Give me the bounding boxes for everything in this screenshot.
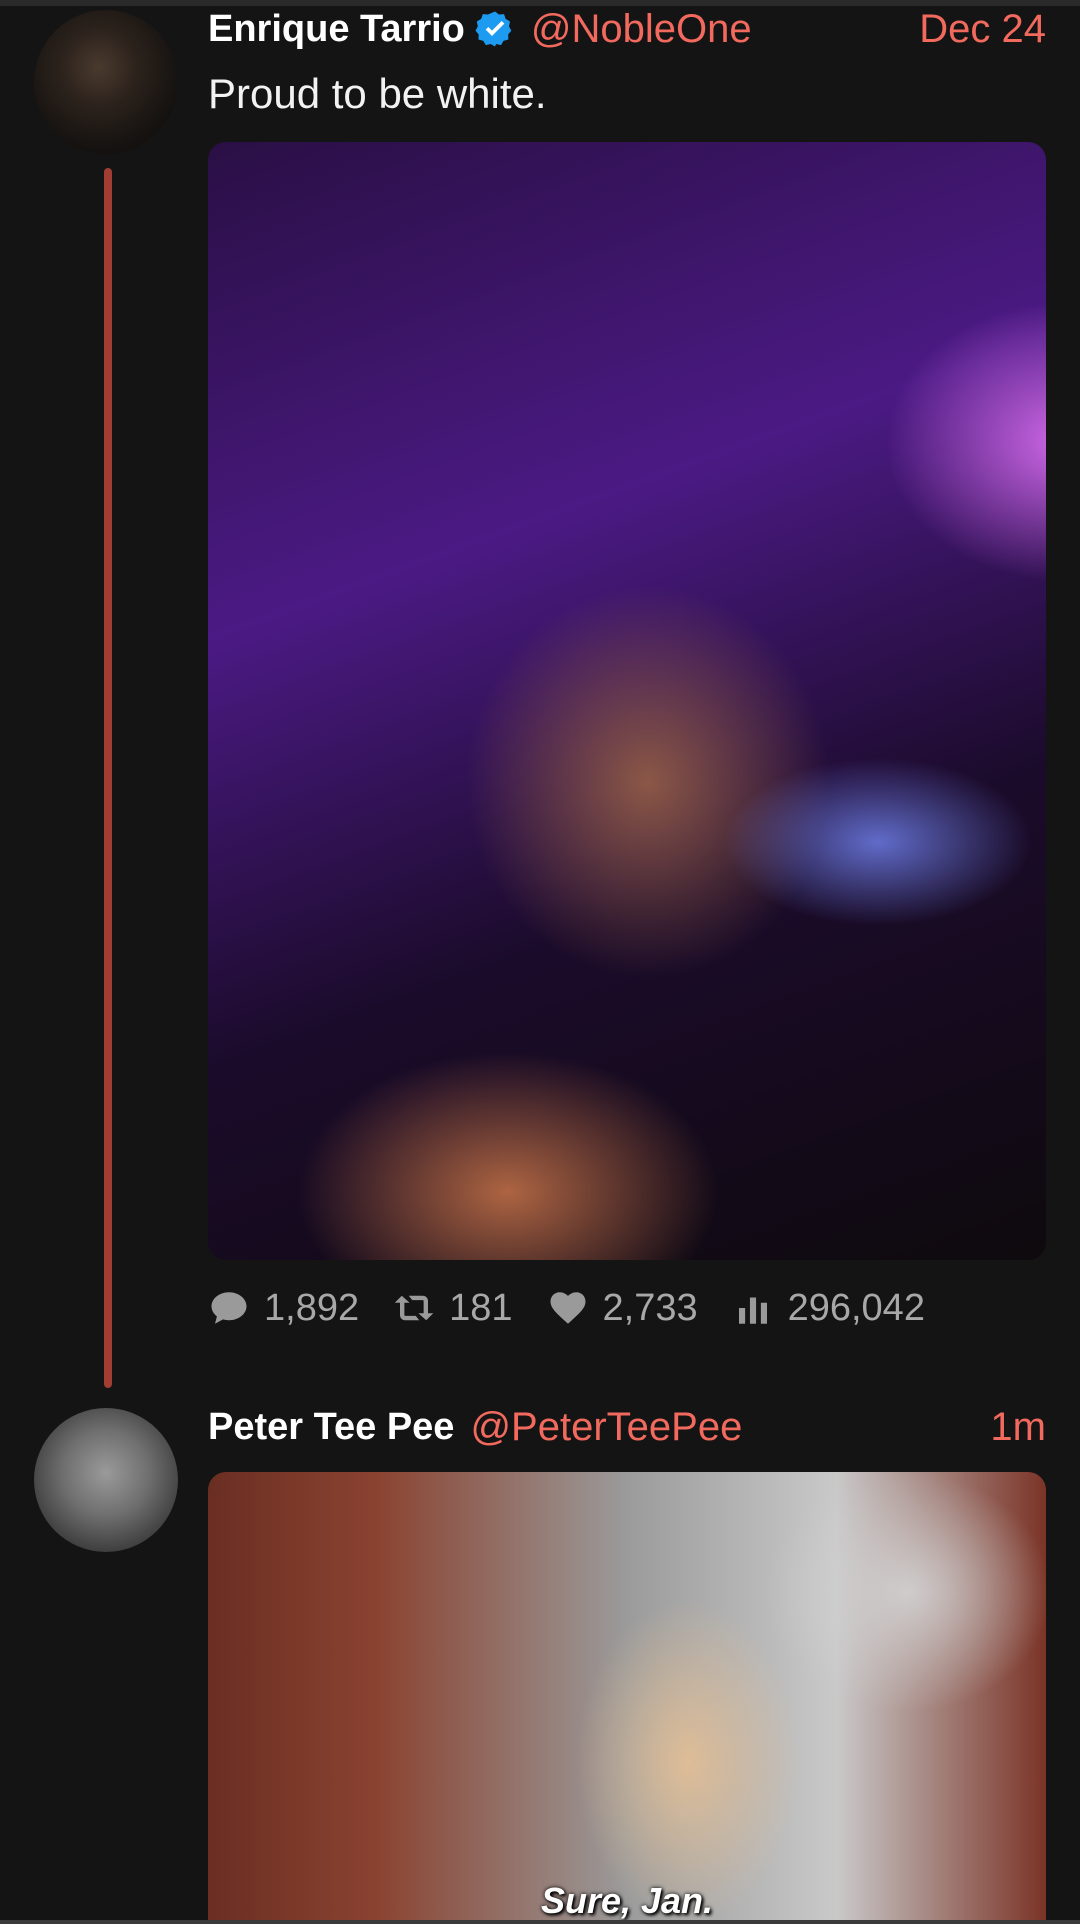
avatar[interactable]	[34, 1408, 178, 1552]
tweet-gif[interactable]: Sure, Jan.	[208, 1472, 1046, 1924]
tweet-header: Peter Tee Pee @PeterTeePee 1m	[208, 1398, 1046, 1456]
bottom-edge-divider	[0, 1920, 1080, 1924]
author-handle[interactable]: @PeterTeePee	[470, 1405, 742, 1450]
tweet-peter-tee-pee[interactable]: Peter Tee Pee @PeterTeePee 1m Sure, Jan.	[0, 0, 1080, 1924]
tweet-timestamp[interactable]: 1m	[990, 1405, 1046, 1450]
author-name[interactable]: Peter Tee Pee	[208, 1406, 454, 1449]
gif-caption: Sure, Jan.	[540, 1880, 714, 1921]
